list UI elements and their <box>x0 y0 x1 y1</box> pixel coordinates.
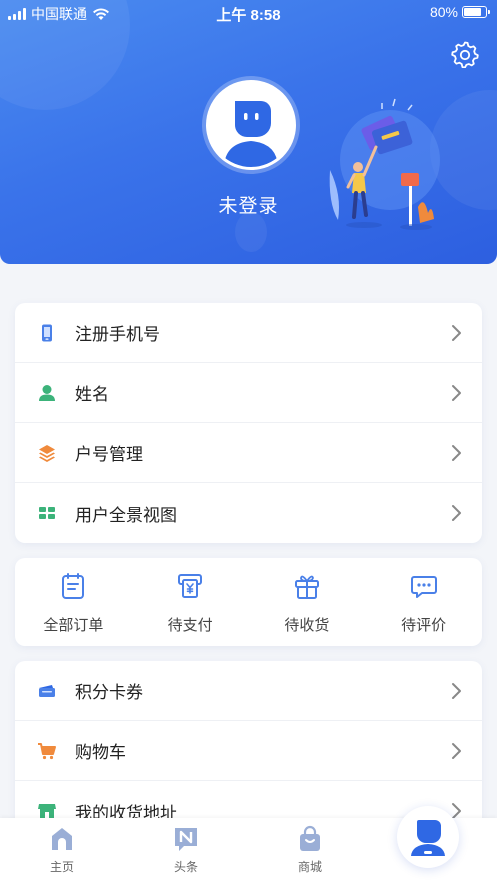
order-pending-review[interactable]: 待评价 <box>365 558 482 646</box>
shop-bag-icon <box>300 825 320 851</box>
order-label: 待支付 <box>167 617 213 634</box>
chevron-right-icon <box>452 325 461 341</box>
home-icon <box>52 828 72 850</box>
chevron-right-icon <box>452 445 461 461</box>
menu-item-label: 姓名 <box>75 385 109 404</box>
menu-item-register-phone[interactable]: 注册手机号 <box>15 303 482 363</box>
phone-icon <box>42 324 52 342</box>
battery-icon <box>462 6 490 18</box>
menu-item-label: 用户全景视图 <box>75 505 177 525</box>
chevron-right-icon <box>452 385 461 401</box>
tab-home[interactable]: 主页 <box>0 818 124 883</box>
ticket-icon <box>39 685 55 697</box>
settings-gear-icon[interactable] <box>451 40 479 68</box>
account-menu-card: 注册手机号 姓名 户号管理 用户全景视图 <box>15 303 482 543</box>
avatar[interactable] <box>206 80 296 170</box>
tab-label: 头条 <box>173 860 198 874</box>
menu-item-label: 户号管理 <box>75 445 143 464</box>
status-bar: 中国联通 上午 8:58 80% <box>0 0 497 26</box>
layers-icon <box>39 445 55 462</box>
order-all[interactable]: 全部订单 <box>15 558 132 646</box>
menu-item-label: 积分卡券 <box>75 683 143 702</box>
menu-item-cart[interactable]: 购物车 <box>15 721 482 781</box>
menu-item-points-coupons[interactable]: 积分卡券 <box>15 661 482 721</box>
order-label: 待收货 <box>284 617 330 634</box>
menu-item-label: 购物车 <box>75 743 126 762</box>
order-pending-payment[interactable]: 待支付 <box>132 558 249 646</box>
order-pending-receipt[interactable]: 待收货 <box>249 558 366 646</box>
order-label: 全部订单 <box>43 617 104 634</box>
tab-label: 主页 <box>49 860 74 874</box>
menu-item-user-panorama[interactable]: 用户全景视图 <box>15 483 482 543</box>
chevron-right-icon <box>452 683 461 699</box>
menu-item-account-management[interactable]: 户号管理 <box>15 423 482 483</box>
orders-card: 全部订单 待支付 待收货 待评价 <box>15 558 482 646</box>
battery-percent: 80% <box>429 4 458 20</box>
pending-payment-icon <box>178 574 203 598</box>
status-time: 上午 8:58 <box>216 7 281 24</box>
cart-icon <box>38 743 56 760</box>
default-avatar-icon <box>209 83 293 167</box>
person-icon <box>39 385 55 401</box>
news-icon <box>175 828 197 851</box>
header-illustration <box>329 98 440 230</box>
menu-item-label: 注册手机号 <box>75 325 160 344</box>
profile-header: 中国联通 上午 8:58 80% 未登录 <box>0 0 497 264</box>
decor-bubble <box>235 212 267 252</box>
tab-shop[interactable]: 商城 <box>248 818 372 883</box>
menu-item-name[interactable]: 姓名 <box>15 363 482 423</box>
pending-review-icon <box>410 576 437 598</box>
tab-news[interactable]: 头条 <box>124 818 248 883</box>
pending-receipt-icon <box>294 575 319 599</box>
order-label: 待评价 <box>401 617 447 634</box>
grid-icon <box>39 507 55 519</box>
tab-profile[interactable] <box>397 806 459 868</box>
all-orders-icon <box>62 573 85 599</box>
tab-label: 商城 <box>297 860 322 874</box>
chevron-right-icon <box>452 743 461 759</box>
chevron-right-icon <box>452 505 461 521</box>
profile-icon <box>411 820 445 856</box>
